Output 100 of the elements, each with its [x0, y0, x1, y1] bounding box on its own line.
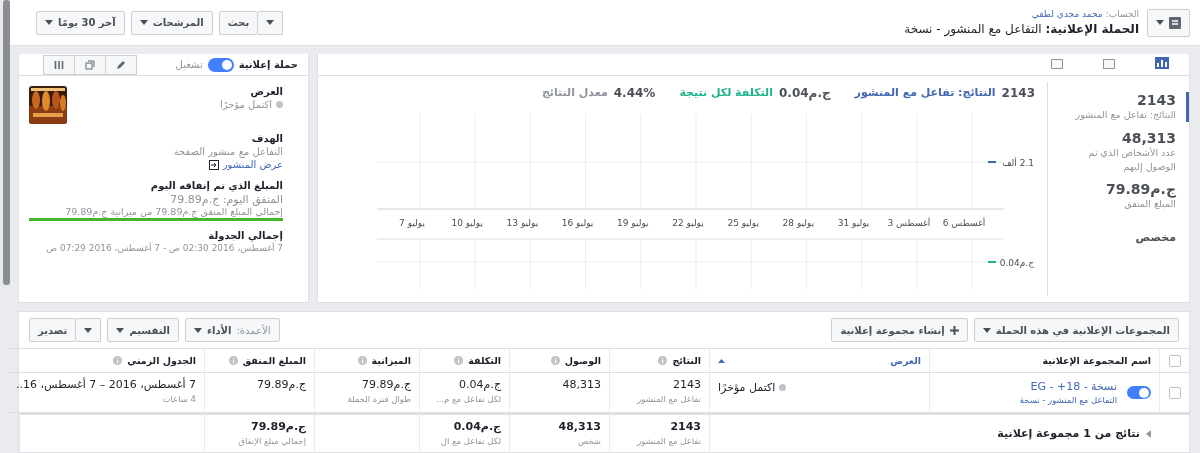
caret-icon [116, 327, 125, 333]
delivery-status: اكتمل مؤخرًا [718, 381, 776, 394]
breakdown-button[interactable]: التقسيم [107, 318, 179, 342]
metric-value: 4.44% [613, 86, 656, 100]
checkbox[interactable] [1169, 354, 1181, 367]
axis-label: 2.1 ألف [1002, 158, 1034, 168]
caret-icon [1156, 20, 1164, 25]
summary-label: نتائج من 1 مجموعة إعلانية [997, 427, 1140, 440]
section-heading: العرض [249, 86, 283, 97]
info-icon [113, 356, 123, 365]
data-mark-line [987, 161, 997, 163]
column-header[interactable]: الميزانية [314, 348, 419, 373]
checkbox[interactable] [1169, 386, 1181, 399]
table-cell-text: ج.م79.89 [256, 378, 306, 391]
view-tab[interactable] [1103, 57, 1115, 72]
cell-subtext: تفاعل مع المنشور [636, 394, 701, 404]
column-header[interactable]: الوصول [509, 348, 609, 373]
toggle-label: تشغيل [175, 59, 203, 70]
create-ad-set-button[interactable]: إنشاء مجموعة إعلانية [831, 318, 968, 342]
square-icon [1051, 59, 1063, 69]
cell-subtext: إجمالي مبلغ الإنفاق [237, 436, 306, 446]
cell-subtext: لكل تفاعل مع ال [439, 436, 501, 446]
axis-label: يوليو 16 [561, 218, 594, 228]
column-header[interactable]: العرض [709, 348, 929, 373]
toggle-switch[interactable] [207, 57, 234, 72]
filters-button[interactable]: المرشحات [130, 10, 213, 35]
cell-subtext: طوال فترة الحملة [346, 394, 411, 404]
table-cell-text: 48,313 [561, 378, 601, 391]
axis-label: يوليو 19 [617, 218, 649, 228]
document-icon [1169, 16, 1181, 29]
section-heading: إجمالي الجدولة [207, 230, 283, 241]
pencil-button[interactable] [105, 54, 137, 75]
info-icon [550, 356, 560, 365]
column-header[interactable]: المبلغ المنفق [204, 348, 314, 373]
ad-set-subtitle: التفاعل مع المنشور - نسخة [1019, 395, 1117, 405]
section-heading: الهدف [250, 133, 283, 144]
axis-label: يوليو 22 [672, 218, 704, 228]
duplicate-icon [85, 59, 95, 70]
section-heading: المبلغ الذي تم إنفاقه اليوم [149, 180, 283, 191]
summary-value: ج.م79.89 [250, 420, 306, 433]
columns-button[interactable] [43, 54, 75, 75]
spent-today-text: المنفق اليوم: ج.م79.89 [169, 193, 283, 206]
ad-sets-menu-button[interactable]: المجموعات الإعلانية في هذه الحملة [973, 318, 1179, 342]
cell-subtext: لكل تفاعل مع م... [434, 394, 501, 404]
caret-icon [45, 20, 53, 25]
axis-label: يوليو 31 [837, 218, 870, 228]
axis-label: يوليو 10 [451, 218, 483, 228]
metric-value: 2143 [1001, 86, 1035, 100]
date-range-button[interactable]: آخر 30 يومًا [36, 10, 125, 35]
table-cell-text: ج.م0.04 [458, 378, 501, 391]
axis-label: يوليو 13 [506, 218, 539, 228]
table-cell-text: ج.م79.89 [361, 378, 411, 391]
bar-chart-icon [1155, 57, 1169, 69]
table-cell-text: 2143 [672, 378, 701, 391]
axis-label: ج.م0.04 [999, 258, 1034, 268]
panel-title: حملة إعلانية [238, 59, 298, 70]
axis-label: يوليو 28 [782, 218, 815, 228]
scrollbar[interactable] [3, 0, 10, 285]
axis-label: يوليو 7 [399, 218, 425, 228]
menu-button[interactable] [1147, 8, 1190, 37]
account-link[interactable]: محمد مجدي لطفي [1031, 9, 1103, 19]
toggle-switch[interactable] [1127, 386, 1151, 399]
box-arrow-icon [208, 159, 219, 170]
caret-icon [266, 20, 275, 25]
square-icon [1103, 59, 1115, 69]
caret-icon [139, 20, 148, 25]
axis-label: أغسطس 6 [942, 218, 986, 228]
objective-text: التفاعل مع منشور الصفحة [172, 146, 283, 157]
status-dot [276, 101, 283, 108]
collapse-arrow-icon[interactable] [1146, 429, 1151, 438]
view-tab[interactable] [1051, 57, 1063, 72]
account-label: الحساب: [1105, 9, 1139, 19]
search-button[interactable]: بحث [218, 10, 258, 35]
column-header[interactable]: اسم المجموعة الإعلانية [929, 348, 1159, 373]
ad-set-name-link[interactable]: نسخة - 18+ - EG [1019, 380, 1117, 393]
delivery-status: اكتمل مؤخرًا [219, 99, 272, 110]
cell-subtext: 4 ساعات [161, 394, 196, 404]
metric-value: ج.م0.04 [779, 86, 831, 100]
campaign-title: الحملة الإعلانية: التفاعل مع المنشور - نسخة [904, 22, 1139, 36]
total-spent-text: إجمالي المبلغ المنفق ج.م79.89 من ميزانية ج.م79.89 [64, 206, 283, 217]
summary-value: ج.م0.04 [452, 420, 501, 433]
plus-icon [949, 325, 959, 335]
chart-tab[interactable] [1155, 57, 1169, 72]
view-post-link[interactable]: عرض المنشور [208, 159, 283, 170]
metric-label: التكلفة لكل نتيجة [679, 86, 773, 100]
menu-button[interactable] [75, 318, 102, 342]
columns-button[interactable]: الأعمدة: الأداء [184, 318, 280, 342]
metric-tab[interactable]: ج.م79.89 المبلغ المنفق [1058, 181, 1189, 212]
columns-icon [54, 59, 64, 70]
pencil-icon [116, 59, 126, 70]
table-cell: 7 أغسطس، 2016 – 7 أغسطس، 16.. [16, 378, 196, 391]
column-header[interactable]: النتائج [609, 348, 709, 373]
info-icon [357, 356, 367, 365]
summary-value: 2143 [669, 420, 701, 433]
export-button[interactable]: تصدير [29, 318, 76, 342]
column-header[interactable]: التكلفة [419, 348, 509, 373]
column-header[interactable]: الجدول الزمني [7, 348, 204, 373]
menu-button[interactable] [257, 10, 284, 35]
custom-metric-link[interactable]: مخصص [1058, 231, 1189, 245]
caret-icon [193, 327, 202, 333]
